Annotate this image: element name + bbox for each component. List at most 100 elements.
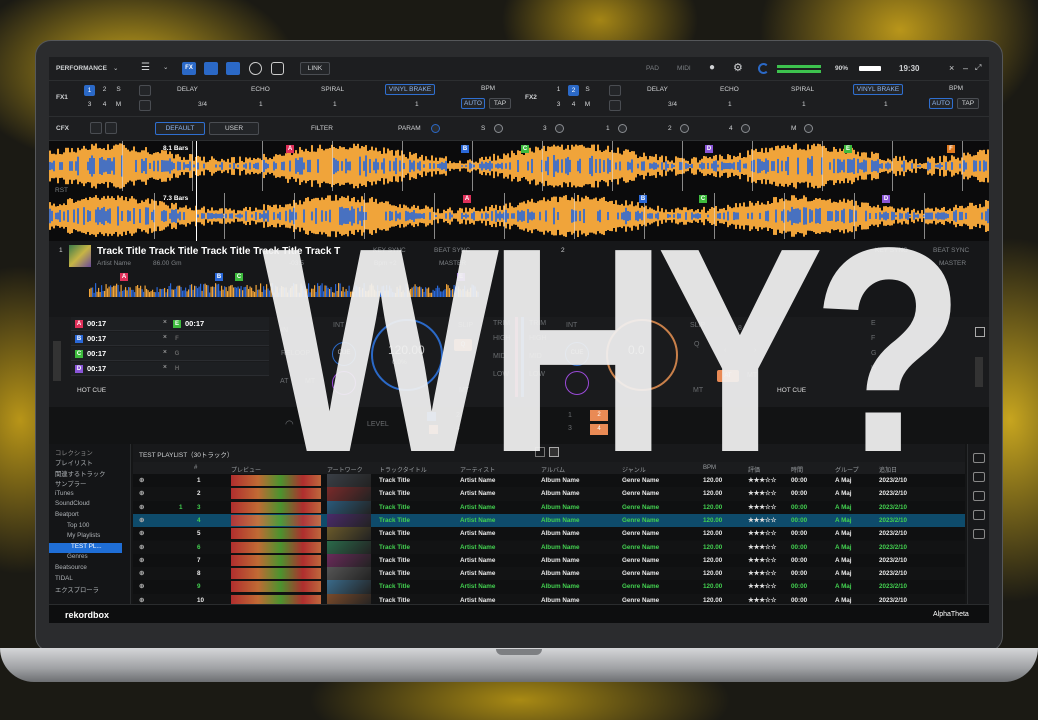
fx2-deck1-button[interactable]: 1 [553,85,564,96]
track-preview-waveform[interactable] [231,554,321,566]
load-icon[interactable]: ⊕ [139,530,144,537]
fx1-deck4-button[interactable]: 4 [99,100,110,111]
hotcue-g[interactable]: G [169,347,269,361]
rst-button[interactable]: RST [55,187,68,194]
sidebar-item-myplaylists[interactable]: My Playlists [49,532,130,543]
fx2-sampler-button[interactable]: S [582,85,593,96]
track-preview-waveform[interactable] [231,568,321,580]
fx1-sampler-button[interactable]: S [113,85,124,96]
load-icon[interactable]: ⊕ [139,570,144,577]
cfx-master-knob[interactable] [804,124,813,133]
load-icon[interactable]: ⊕ [139,490,144,497]
load-icon[interactable]: ⊕ [139,504,144,511]
cfx-param-knob[interactable] [431,124,440,133]
close-icon[interactable]: × [163,334,167,341]
cfx-dots-icon[interactable] [90,122,102,134]
deck1-hotcue-select[interactable]: HOT CUE [77,387,106,394]
cfx-ch3-knob[interactable] [555,124,564,133]
panel-icon[interactable] [972,510,985,520]
mixer-panel-icon[interactable] [226,62,240,75]
table-row[interactable]: ⊕ 4 Track Title Artist Name Album Name Genre … [133,513,965,528]
fx2-beat[interactable]: 3/4 [668,101,677,108]
load-icon[interactable]: ⊕ [139,557,144,564]
fx2-effect2[interactable]: ECHO [720,86,739,93]
fx2-deck2-button[interactable]: 2 [568,85,579,96]
sidebar-item-related[interactable]: 関連するトラック [49,469,130,480]
cfx-filter[interactable]: FILTER [311,125,333,132]
gear-icon[interactable]: ⚙ [733,61,743,74]
fx2-effect4[interactable]: VINYL BRAKE [853,84,903,95]
link-button[interactable]: LINK [300,62,330,75]
user-icon[interactable]: ● [709,62,715,73]
load-icon[interactable]: ⊕ [139,477,144,484]
hotcue-c[interactable]: C 00:17 × [71,347,171,361]
fx2-master-button[interactable]: M [582,100,593,111]
load-icon[interactable]: ⊕ [139,597,144,604]
fx2-val2[interactable]: 1 [802,101,806,108]
expand-icon[interactable] [972,472,985,482]
cfx-user-tab[interactable]: USER [209,122,259,135]
fx1-deck3-button[interactable]: 3 [84,100,95,111]
fx2-effect3[interactable]: SPIRAL [791,86,814,93]
fx2-val1[interactable]: 1 [728,101,732,108]
fx1-master-button[interactable]: M [113,100,124,111]
close-icon[interactable]: × [163,364,167,371]
fx1-effect4[interactable]: VINYL BRAKE [385,84,435,95]
info-icon[interactable] [972,491,985,501]
sidebar-item-sampler[interactable]: サンプラー [49,479,130,490]
fx1-auto-button[interactable]: AUTO [461,98,485,109]
sidebar-item-itunes[interactable]: iTunes [49,490,130,501]
link-icon[interactable] [972,529,985,539]
load-icon[interactable]: ⊕ [139,544,144,551]
fx1-val1[interactable]: 1 [259,101,263,108]
cfx-ch4-knob[interactable] [741,124,750,133]
sampler-icon[interactable] [271,62,284,75]
col-number[interactable]: # [194,465,197,471]
fx1-val3[interactable]: 1 [415,101,419,108]
hotcue-f[interactable]: F [169,332,269,346]
table-row[interactable]: ⊕ 9 Track Title Artist Name Album Name Genre … [133,580,965,594]
fx2-tap-button[interactable]: TAP [957,98,979,109]
cfx-default-tab[interactable]: DEFAULT [155,122,205,135]
fx-panel-icon[interactable]: FX [182,62,196,75]
hotcue-b[interactable]: B 00:17 × [71,332,171,346]
mode-select[interactable]: PERFORMANCE [56,65,107,72]
grid-panel-icon[interactable] [204,62,218,75]
fx2-val3[interactable]: 1 [884,101,888,108]
fx1-effect3[interactable]: SPIRAL [321,86,344,93]
hotcue-d[interactable]: D 00:17 × [71,362,171,376]
midi-tab[interactable]: MIDI [677,65,691,72]
track-preview-waveform[interactable] [231,528,321,540]
table-row[interactable]: ⊕ 6 Track Title Artist Name Album Name Genre … [133,540,965,554]
close-icon[interactable]: × [949,63,954,73]
sidebar-item-beatsource[interactable]: Beatsource [49,564,130,575]
sidebar-item-top100[interactable]: Top 100 [49,522,130,533]
grid-icon[interactable] [975,327,985,337]
sidebar-item-playlist[interactable]: プレイリスト [49,458,130,469]
load-icon[interactable]: ⊕ [139,583,144,590]
sidebar-item-beatport[interactable]: Beatport [49,511,130,522]
record-icon[interactable] [249,62,262,75]
tag-icon[interactable] [972,453,985,463]
chevron-down-icon[interactable]: ⌄ [113,64,118,72]
cfx-s-knob[interactable] [494,124,503,133]
track-preview-waveform[interactable] [231,514,321,526]
fullscreen-icon[interactable]: ⤢ [975,63,981,73]
fx1-effect1[interactable]: DELAY [177,86,198,93]
hotcue-h[interactable]: H [169,362,269,376]
fx2-deck3-button[interactable]: 3 [553,100,564,111]
load-icon[interactable]: ⊕ [139,517,144,524]
hotcue-a[interactable]: A 00:17 × [71,317,171,331]
fx2-stop-icon[interactable] [609,100,621,111]
fx2-dots-icon[interactable] [609,85,621,96]
sidebar-item-genres[interactable]: Genres [49,553,130,564]
table-row[interactable]: ⊕ 7 Track Title Artist Name Album Name Genre … [133,553,965,568]
close-icon[interactable]: × [163,319,167,326]
track-preview-waveform[interactable] [231,581,321,593]
fx1-stop-icon[interactable] [139,100,151,111]
chevron-down-icon[interactable]: ⌄ [163,63,168,71]
fx2-deck4-button[interactable]: 4 [568,100,579,111]
fx1-deck1-button[interactable]: 1 [84,85,95,96]
fx1-beat[interactable]: 3/4 [198,101,207,108]
sidebar-item-tidal[interactable]: TIDAL [49,575,130,586]
